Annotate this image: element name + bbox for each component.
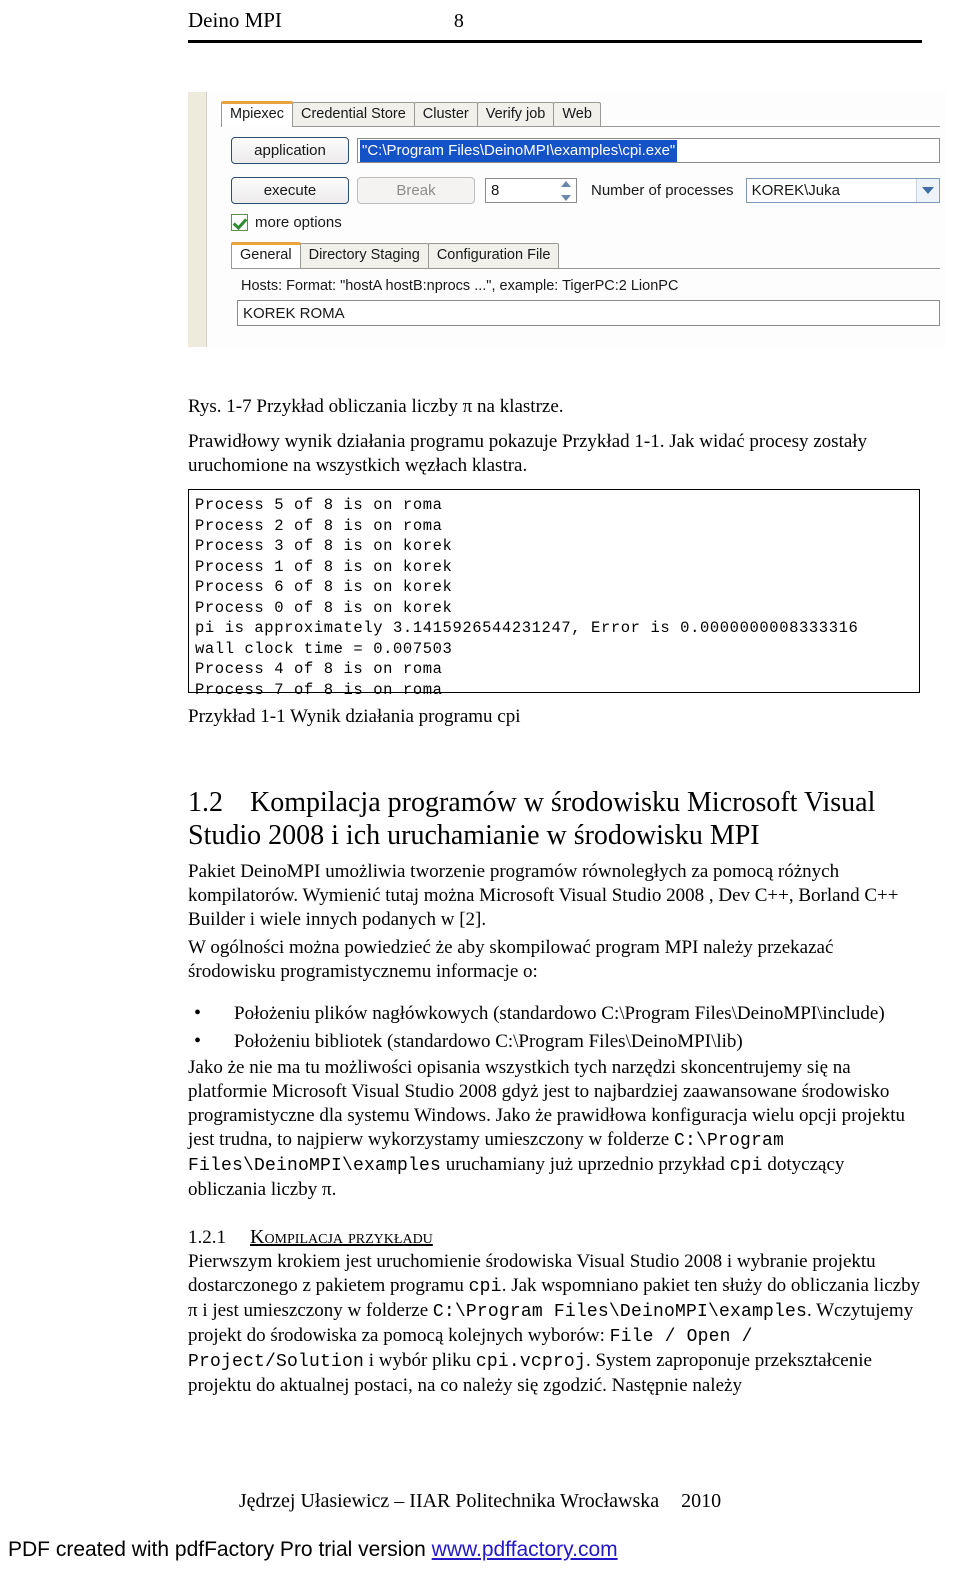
footer-year: 2010 (681, 1490, 722, 1512)
paragraph-d-part4: i wybór pliku (364, 1350, 476, 1371)
break-button[interactable]: Break (357, 177, 475, 204)
options-tab-divider (231, 268, 940, 269)
process-count-label: Number of processes (591, 182, 734, 199)
paragraph-a: Pakiet DeinoMPI umożliwia tworzenie prog… (188, 861, 899, 930)
output-line: Process 0 of 8 is on korek (195, 598, 453, 617)
application-button[interactable]: application (231, 137, 349, 164)
subsection-heading: 1.2.1 Kompilacja przykładu (188, 1226, 922, 1249)
page-header: Deino MPI 8 (188, 8, 922, 33)
process-count-stepper[interactable]: 8 (485, 178, 577, 203)
figure-caption: Rys. 1-7 Przykład obliczania liczby π na… (188, 396, 564, 417)
hosts-hint-label: Hosts: Format: "hostA hostB:nprocs ...",… (241, 278, 679, 294)
tab-directory-staging[interactable]: Directory Staging (299, 243, 429, 268)
account-dropdown[interactable]: KOREK\Juka (745, 178, 940, 203)
tab-strip-divider (221, 126, 940, 127)
output-line: Process 7 of 8 is on roma (195, 680, 443, 699)
main-tab-strip: Mpiexec Credential Store Cluster Verify … (221, 100, 601, 127)
pdf-notice-text: PDF created with pdfFactory Pro trial ve… (8, 1538, 432, 1561)
intro-paragraph: Prawidłowy wynik działania programu poka… (188, 431, 868, 476)
more-options-checkbox-row[interactable]: more options (231, 214, 342, 231)
paragraph-d-code1: cpi (468, 1277, 502, 1297)
tab-configuration-file[interactable]: Configuration File (427, 243, 560, 268)
output-line: Process 3 of 8 is on korek (195, 537, 453, 555)
output-line: Process 1 of 8 is on korek (195, 557, 453, 576)
list-item: Położeniu plików nagłówkowych (standardo… (188, 999, 922, 1028)
account-value: KOREK\Juka (751, 182, 840, 199)
more-options-label: more options (255, 214, 342, 231)
caret-up-icon[interactable] (560, 181, 571, 187)
section-number: 1.2 (188, 787, 223, 818)
output-line: Process 6 of 8 is on korek (195, 578, 453, 596)
page-footer: Jędrzej Ułasiewicz – IIAR Politechnika W… (0, 1490, 960, 1513)
stepper-arrows-icon[interactable] (558, 181, 573, 201)
application-path-input[interactable]: "C:\Program Files\DeinoMPI\examples\cpi.… (357, 138, 940, 163)
tab-credential-store[interactable]: Credential Store (292, 102, 415, 127)
header-divider (188, 40, 922, 43)
requirements-list: Położeniu plików nagłówkowych (standardo… (188, 999, 922, 1056)
paragraph-b: W ogólności można powiedzieć że aby skom… (188, 937, 834, 982)
list-item: Położeniu bibliotek (standardowo C:\Prog… (188, 1027, 922, 1056)
tab-verify-job[interactable]: Verify job (476, 102, 555, 127)
execute-button[interactable]: execute (231, 177, 349, 204)
mpiexec-window-screenshot: Mpiexec Credential Store Cluster Verify … (188, 92, 946, 347)
footer-author: Jędrzej Ułasiewicz – IIAR Politechnika W… (238, 1490, 660, 1512)
paragraph-d: Pierwszym krokiem jest uruchomienie środ… (188, 1250, 922, 1398)
tab-mpiexec[interactable]: Mpiexec (221, 101, 293, 127)
output-line: pi is approximately 3.1415926544231247, … (195, 619, 859, 637)
window-client-area: Mpiexec Credential Store Cluster Verify … (207, 92, 946, 347)
page-number: 8 (453, 10, 464, 32)
paragraph-c-part1: Jako że nie ma tu możliwości opisania ws… (188, 1057, 905, 1150)
pdf-trial-notice: PDF created with pdfFactory Pro trial ve… (0, 1538, 960, 1562)
output-line: wall clock time = 0.007503 (195, 639, 453, 658)
tab-general[interactable]: General (231, 242, 301, 268)
output-line: Process 2 of 8 is on roma (195, 516, 443, 535)
options-tab-strip: General Directory Staging Configuration … (231, 242, 560, 268)
tab-web[interactable]: Web (553, 102, 601, 127)
pdffactory-link[interactable]: www.pdffactory.com (432, 1538, 618, 1561)
window-left-margin (188, 92, 207, 347)
paragraph-d-code4: cpi.vcproj (475, 1352, 586, 1372)
paragraph-c: Jako że nie ma tu możliwości opisania ws… (188, 1056, 922, 1202)
paragraph-c-code2: cpi (729, 1156, 763, 1176)
section-heading: 1.2 Kompilacja programów w środowisku Mic… (188, 786, 922, 852)
subsection-title: Kompilacja przykładu (250, 1226, 433, 1248)
application-path-value: "C:\Program Files\DeinoMPI\examples\cpi.… (360, 139, 678, 162)
checkbox-checked-icon[interactable] (231, 214, 248, 231)
output-line: Process 5 of 8 is on roma (195, 496, 443, 514)
execute-row: execute Break 8 Number of processes KORE… (231, 176, 940, 205)
program-output-box: Process 5 of 8 is on roma Process 2 of 8… (188, 489, 920, 699)
subsection-number: 1.2.1 (188, 1227, 226, 1248)
example-caption: Przykład 1-1 Wynik działania programu cp… (188, 706, 521, 727)
chevron-down-icon[interactable] (916, 179, 939, 202)
tab-cluster[interactable]: Cluster (413, 102, 478, 127)
output-line: Process 4 of 8 is on roma (195, 660, 443, 678)
section-title: Kompilacja programów w środowisku Micros… (188, 787, 876, 851)
paragraph-c-part2: uruchamiany już uprzednio przykład (441, 1154, 730, 1175)
caret-down-icon[interactable] (560, 195, 571, 201)
hosts-input[interactable]: KOREK ROMA (237, 300, 940, 326)
document-title: Deino MPI (188, 8, 282, 32)
process-count-value: 8 (491, 182, 500, 199)
application-row: application "C:\Program Files\DeinoMPI\e… (231, 136, 940, 165)
paragraph-d-code2: C:\Program Files\DeinoMPI\examples (432, 1302, 807, 1322)
